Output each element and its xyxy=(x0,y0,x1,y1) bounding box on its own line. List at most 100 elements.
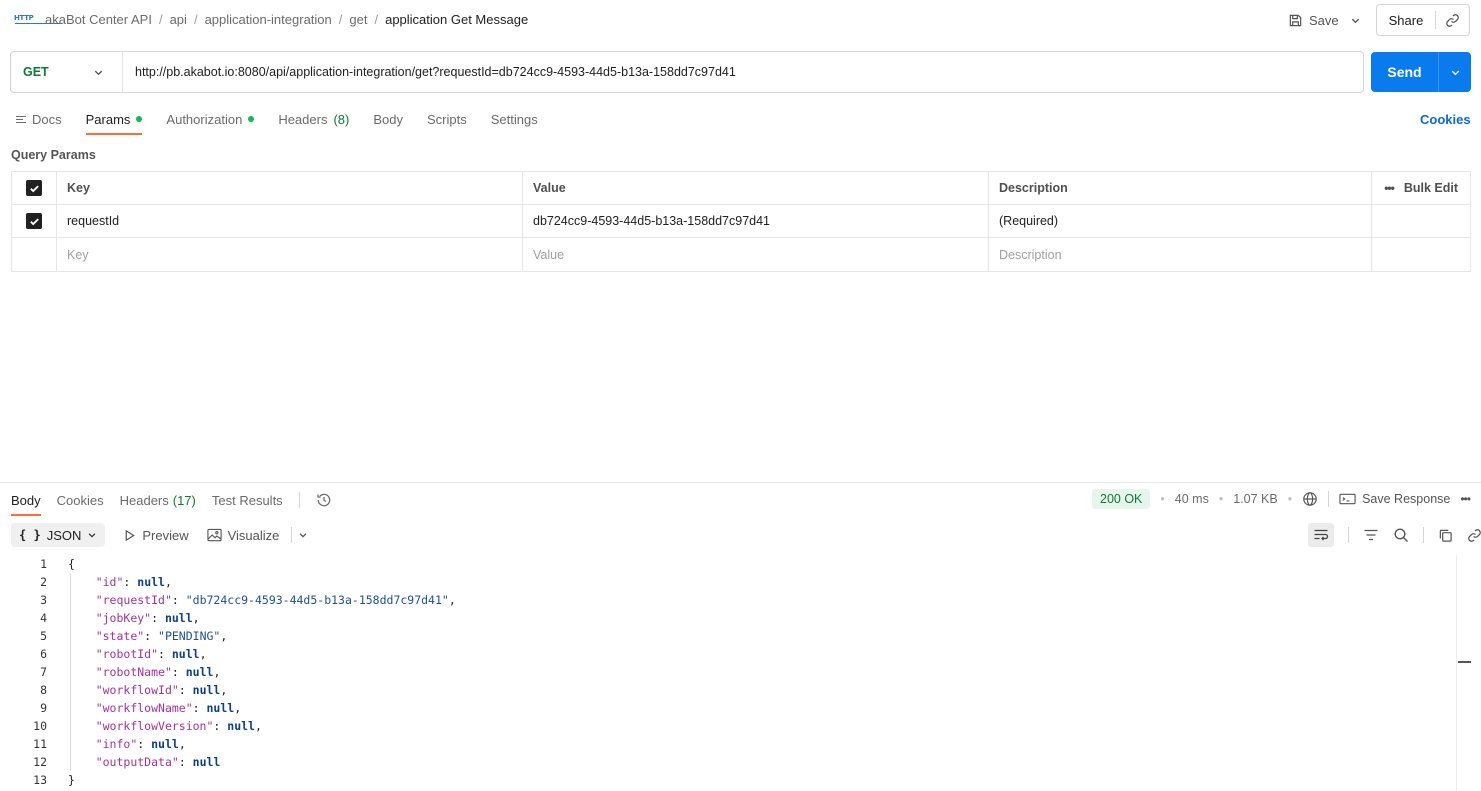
code-text: "robotName": null, xyxy=(95,665,221,679)
link-icon xyxy=(1446,13,1459,27)
image-icon xyxy=(206,528,222,542)
play-icon xyxy=(126,529,136,541)
json-value: null xyxy=(171,647,200,661)
tab-authorization-label: Authorization xyxy=(166,111,243,127)
code-text: { xyxy=(68,557,75,571)
chevron-down-icon xyxy=(89,533,96,538)
json-key: "info" xyxy=(95,737,138,751)
param-description-cell[interactable]: (Required) xyxy=(989,205,1372,237)
status-badge[interactable]: 200 OK xyxy=(1092,489,1151,509)
json-value: null xyxy=(192,683,221,697)
row-checkbox[interactable] xyxy=(12,205,57,237)
visualize-label: Visualize xyxy=(227,527,280,543)
select-all-checkbox[interactable] xyxy=(12,172,57,204)
save-icon xyxy=(1289,14,1302,26)
format-select-label: JSON xyxy=(46,527,82,543)
line-number: 12 xyxy=(33,755,47,769)
response-tabs: Body Cookies Headers (17) Test Results xyxy=(11,486,332,516)
json-key: "id" xyxy=(95,575,124,589)
breadcrumb-item-application-integration[interactable]: application-integration xyxy=(205,12,332,27)
search-icon[interactable] xyxy=(1393,527,1409,543)
send-options-button[interactable] xyxy=(1439,67,1471,78)
response-tab-cookies[interactable]: Cookies xyxy=(57,486,104,514)
wrap-lines-button[interactable] xyxy=(1308,523,1334,547)
tab-params-label: Params xyxy=(85,111,131,127)
globe-icon[interactable] xyxy=(1302,491,1318,507)
new-description-input[interactable]: Description xyxy=(989,238,1372,271)
breadcrumb-item-collection[interactable]: akaBot Center API xyxy=(45,12,152,27)
json-value: null xyxy=(151,737,179,751)
cookies-link[interactable]: Cookies xyxy=(1420,112,1471,127)
line-number: 7 xyxy=(40,665,47,679)
tab-settings[interactable]: Settings xyxy=(491,104,538,134)
json-value: null xyxy=(192,755,221,769)
response-divider[interactable] xyxy=(0,482,1481,483)
save-response-label: Save Response xyxy=(1362,492,1451,506)
line-number: 10 xyxy=(33,719,47,733)
column-header-description: Description xyxy=(989,172,1372,204)
code-line: 9 "workflowName": null, xyxy=(0,699,1481,717)
param-value-cell[interactable]: db724cc9-4593-44d5-b13a-158dd7c97d41 xyxy=(523,205,989,237)
link-icon[interactable] xyxy=(1467,528,1481,543)
copy-link-button[interactable] xyxy=(1436,13,1469,28)
line-number: 9 xyxy=(40,701,47,715)
code-text: "requestId": "db724cc9-4593-44d5-b13a-15… xyxy=(95,593,456,607)
new-row-actions-cell xyxy=(1372,238,1470,271)
response-tab-test-results[interactable]: Test Results xyxy=(212,486,283,514)
param-key-cell[interactable]: requestId xyxy=(57,205,523,237)
tab-authorization[interactable]: Authorization xyxy=(166,104,255,134)
column-header-value: Value xyxy=(523,172,989,204)
breadcrumb-item-api[interactable]: api xyxy=(170,12,187,27)
request-name[interactable]: application Get Message xyxy=(385,12,528,27)
tab-headers[interactable]: Headers (8) xyxy=(278,104,349,134)
breadcrumb-item-get[interactable]: get xyxy=(349,12,367,27)
bulk-edit-label: Bulk Edit xyxy=(1403,181,1458,195)
save-options-button[interactable] xyxy=(1344,8,1366,32)
save-button[interactable]: Save xyxy=(1284,8,1343,32)
code-text: } xyxy=(68,773,75,787)
response-tab-body[interactable]: Body xyxy=(11,486,41,516)
visualize-button[interactable]: Visualize xyxy=(206,527,309,543)
format-select[interactable]: { } JSON xyxy=(11,523,106,547)
history-icon[interactable] xyxy=(316,492,332,508)
tab-scripts[interactable]: Scripts xyxy=(427,104,467,134)
method-label: GET xyxy=(23,65,49,79)
query-params-table: Key Value Description ••• Bulk Edit requ… xyxy=(11,171,1471,272)
filter-icon[interactable] xyxy=(1363,528,1379,542)
line-number: 13 xyxy=(33,773,47,787)
copy-icon[interactable] xyxy=(1438,528,1453,543)
authorization-active-dot xyxy=(248,116,255,122)
response-tab-headers[interactable]: Headers (17) xyxy=(120,486,196,514)
more-options-icon[interactable]: ••• xyxy=(1460,492,1471,506)
preview-button[interactable]: Preview xyxy=(123,528,189,543)
json-value: "db724cc9-4593-44d5-b13a-158dd7c97d41" xyxy=(185,593,449,607)
line-number: 2 xyxy=(40,575,47,589)
code-line: 10 "workflowVersion": null, xyxy=(0,717,1481,735)
tab-params[interactable]: Params xyxy=(85,104,143,135)
url-input[interactable]: http://pb.akabot.io:8080/api/application… xyxy=(123,65,736,79)
code-line: 8 "workflowId": null, xyxy=(0,681,1481,699)
save-response-button[interactable]: Save Response xyxy=(1339,492,1450,506)
table-row-new: Key Value Description xyxy=(12,238,1470,271)
row-actions-cell xyxy=(1372,205,1470,237)
json-value: null xyxy=(206,701,235,715)
more-options-icon[interactable]: ••• xyxy=(1384,181,1395,195)
code-line: 3 "requestId": "db724cc9-4593-44d5-b13a-… xyxy=(0,591,1481,609)
json-value: null xyxy=(164,611,193,625)
response-size[interactable]: 1.07 KB xyxy=(1233,492,1277,506)
tab-docs[interactable]: Docs xyxy=(16,104,62,134)
response-time[interactable]: 40 ms xyxy=(1175,492,1209,506)
share-button[interactable]: Share xyxy=(1377,13,1435,28)
new-key-input[interactable]: Key xyxy=(57,238,523,271)
new-value-input[interactable]: Value xyxy=(523,238,989,271)
code-text: "outputData": null xyxy=(95,755,221,769)
response-body-code[interactable]: 1{2 "id": null, 3 "requestId": "db724cc9-… xyxy=(0,555,1481,789)
tab-body[interactable]: Body xyxy=(373,104,403,134)
line-number: 4 xyxy=(40,611,47,625)
bulk-edit-button[interactable]: ••• Bulk Edit xyxy=(1372,172,1470,204)
code-line: 5 "state": "PENDING", xyxy=(0,627,1481,645)
tab-headers-label: Headers xyxy=(278,111,328,127)
method-select[interactable]: GET xyxy=(11,52,123,92)
chevron-down-icon[interactable] xyxy=(298,530,308,540)
send-button[interactable]: Send xyxy=(1371,64,1438,80)
